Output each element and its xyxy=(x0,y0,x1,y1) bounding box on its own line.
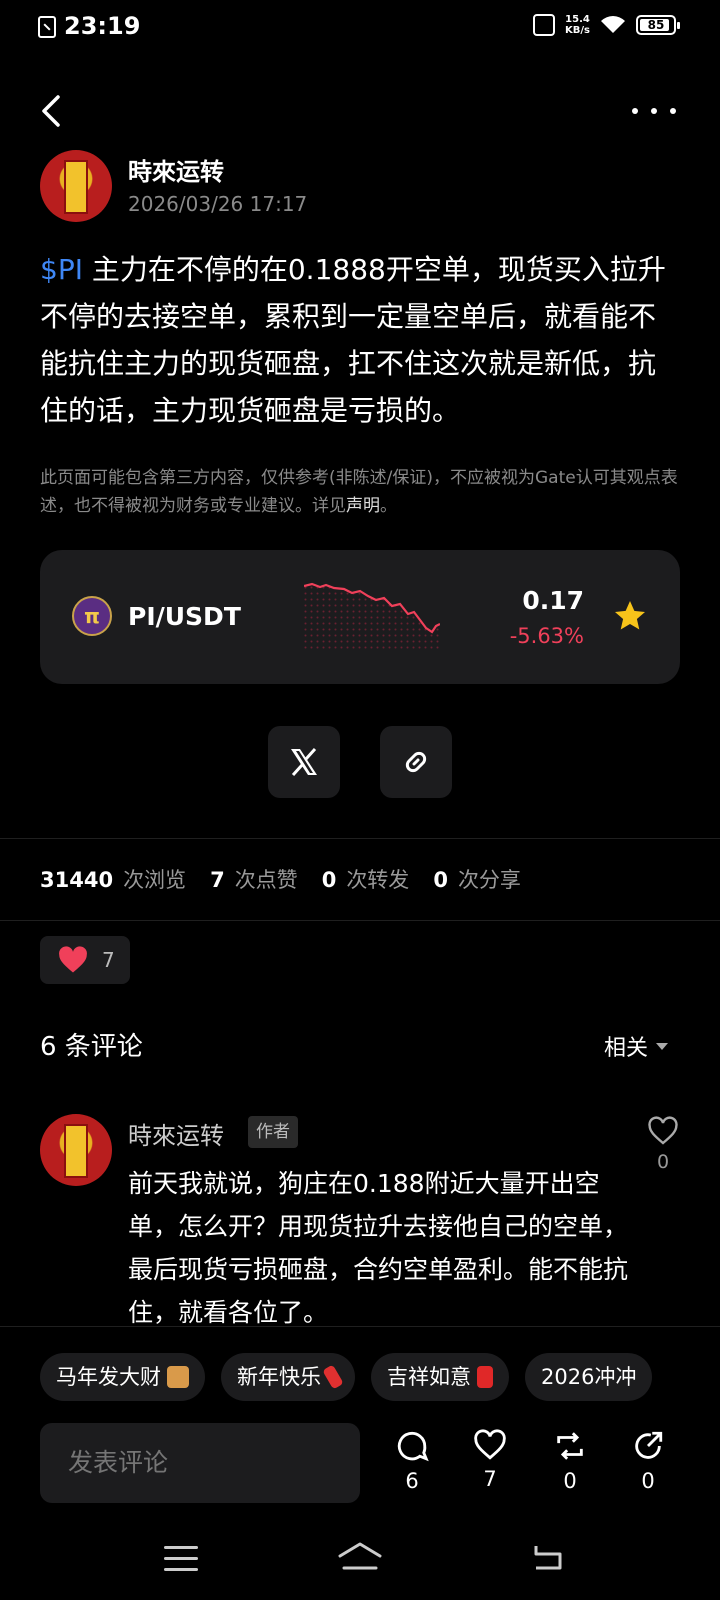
recent-apps-button[interactable] xyxy=(164,1546,198,1579)
avatar-talisman-image xyxy=(64,160,88,214)
copy-link-button[interactable] xyxy=(380,726,452,798)
comments-title: 6 条评论 xyxy=(40,1032,143,1062)
trading-pair: PI/USDT xyxy=(128,602,241,631)
quick-chip[interactable]: 吉祥如意 xyxy=(371,1353,509,1401)
top-nav xyxy=(0,80,720,140)
dot-icon xyxy=(670,108,676,114)
heart-filled-icon xyxy=(59,946,87,973)
ticker-link[interactable]: $PI xyxy=(40,253,83,286)
like-chip-count: 7 xyxy=(102,948,115,972)
share-action-button[interactable]: 0 xyxy=(628,1429,668,1493)
post-body: $PI 主力在不停的在0.1888开空单，现货买入拉升不停的去接空单，累积到一定… xyxy=(40,246,680,434)
disclaimer-link[interactable]: 声明 xyxy=(346,496,380,516)
disclaimer: 此页面可能包含第三方内容，仅供参考(非陈述/保证)，不应被视为Gate认可其观点… xyxy=(40,468,678,516)
sort-label: 相关 xyxy=(603,1036,648,1061)
like-reaction-chip[interactable]: 7 xyxy=(40,936,130,984)
author-name[interactable]: 時來运转 xyxy=(128,152,224,187)
status-bar: 23:19 15.4 KB/s 85 xyxy=(0,0,720,56)
system-nav-bar xyxy=(0,1520,720,1600)
sort-dropdown[interactable]: 相关 xyxy=(604,1030,668,1062)
x-logo-icon xyxy=(291,747,317,777)
comment-input[interactable] xyxy=(40,1423,360,1503)
avatar-talisman-image xyxy=(64,1124,88,1178)
comment-like-count: 0 xyxy=(656,1151,670,1173)
comment-like-button[interactable]: 0 xyxy=(646,1116,680,1173)
comment-avatar[interactable] xyxy=(40,1114,112,1186)
likes-count: 7 xyxy=(210,868,225,892)
battery-level: 85 xyxy=(647,18,665,32)
post-timestamp: 2026/03/26 17:17 xyxy=(128,192,308,216)
firecracker-emoji-icon xyxy=(322,1364,344,1390)
status-time: 23:19 xyxy=(64,12,141,40)
price-sparkline xyxy=(304,582,440,650)
dot-icon xyxy=(632,108,638,114)
comment-text: 前天我就说，狗庄在0.188附近大量开出空单，怎么开？用现货拉升去接他自己的空单… xyxy=(128,1169,629,1327)
heart-outline-icon xyxy=(474,1429,506,1460)
network-speed: 15.4 KB/s xyxy=(565,14,590,36)
comments-action-button[interactable]: 6 xyxy=(392,1429,432,1493)
quick-chip[interactable]: 2026冲冲 xyxy=(525,1353,653,1401)
favorite-star-icon[interactable] xyxy=(612,598,648,634)
quick-reply-chips: 马年发大财 新年快乐 吉祥如意 2026冲冲 xyxy=(40,1353,720,1401)
author-badge: 作者 xyxy=(248,1116,298,1148)
comment-bubble-icon xyxy=(397,1431,429,1462)
repost-action-button[interactable]: 0 xyxy=(550,1429,590,1493)
divider xyxy=(0,838,720,839)
market-card[interactable]: π PI/USDT 0.17 -5.63% xyxy=(40,550,680,684)
home-button[interactable] xyxy=(336,1540,384,1576)
views-count: 31440 xyxy=(40,868,114,892)
horse-emoji-icon xyxy=(167,1366,189,1388)
wifi-icon xyxy=(601,16,625,33)
author-avatar[interactable] xyxy=(40,150,112,222)
divider xyxy=(0,920,720,921)
like-action-button[interactable]: 7 xyxy=(470,1429,510,1491)
back-button[interactable] xyxy=(38,94,68,128)
more-options-button[interactable] xyxy=(632,94,676,128)
link-icon xyxy=(405,751,427,773)
status-icons: 15.4 KB/s 85 xyxy=(533,14,680,36)
quick-chip[interactable]: 马年发大财 xyxy=(40,1353,205,1401)
price-value: 0.17 xyxy=(522,586,584,615)
comment-author[interactable]: 時來运转 xyxy=(128,1116,224,1151)
bottom-panel: 马年发大财 新年快乐 吉祥如意 2026冲冲 6 7 0 0 xyxy=(0,1326,720,1520)
pi-coin-icon: π xyxy=(72,596,112,636)
price-change: -5.63% xyxy=(509,624,584,648)
repost-icon xyxy=(557,1432,583,1460)
screenshot-icon xyxy=(38,16,56,38)
quick-chip[interactable]: 新年快乐 xyxy=(221,1353,355,1401)
caret-down-icon xyxy=(656,1042,668,1050)
red-envelope-emoji-icon xyxy=(477,1366,493,1388)
post-text: 主力在不停的在0.1888开空单，现货买入拉升不停的去接空单，累积到一定量空单后… xyxy=(40,253,666,427)
post-stats: 31440 次浏览 7 次点赞 0 次转发 0 次分享 xyxy=(40,868,521,892)
vibrate-icon xyxy=(533,14,556,36)
back-nav-button[interactable] xyxy=(530,1542,566,1572)
dot-icon xyxy=(651,108,657,114)
battery-icon: 85 xyxy=(636,15,680,35)
shares-count: 0 xyxy=(433,868,448,892)
heart-outline-icon xyxy=(648,1116,678,1145)
share-arrow-icon xyxy=(635,1431,663,1459)
reposts-count: 0 xyxy=(321,868,337,892)
share-x-button[interactable] xyxy=(268,726,340,798)
